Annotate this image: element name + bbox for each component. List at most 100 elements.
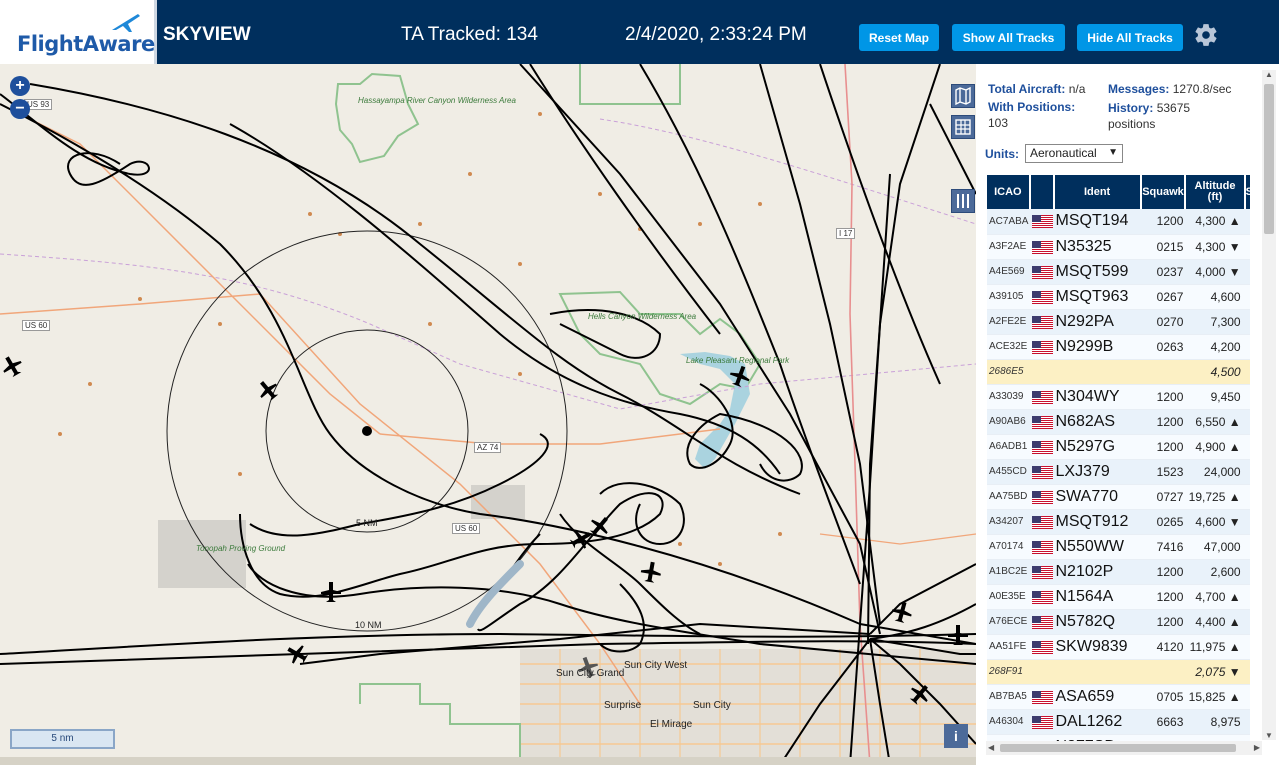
aircraft-row[interactable]: A46304 DAL1262 6663 8,975 xyxy=(987,709,1250,735)
col-icao[interactable]: ICAO xyxy=(987,175,1031,209)
row-icao: 268F91 xyxy=(987,659,1030,685)
row-squawk: 1523 xyxy=(1140,459,1186,485)
row-icao: AB7BA5 xyxy=(987,684,1030,710)
aircraft-row[interactable]: A70174 N550WW 7416 47,000 xyxy=(987,534,1250,560)
urban-area xyxy=(158,520,246,588)
row-squawk xyxy=(1140,359,1186,385)
label-surprise: Surprise xyxy=(604,700,642,711)
aircraft-row[interactable]: A39105 MSQT963 0267 4,600 xyxy=(987,284,1250,310)
aircraft-row[interactable]: A6ADB1 N5297G 1200 4,900 ▲ xyxy=(987,434,1250,460)
row-squawk: 1200 xyxy=(1140,559,1186,585)
row-altitude: 8,975 xyxy=(1185,709,1245,735)
col-speed[interactable]: S xyxy=(1244,175,1250,209)
aircraft-row[interactable]: 268F91 2,075 ▼ xyxy=(987,659,1250,685)
grid-icon xyxy=(955,119,971,135)
label-sun-city: Sun City xyxy=(693,700,731,711)
row-ident xyxy=(1053,359,1141,385)
row-altitude: 4,300 ▲ xyxy=(1185,209,1245,235)
row-squawk: 1200 xyxy=(1140,384,1186,410)
row-speed xyxy=(1244,459,1250,485)
zoom-out-button[interactable]: − xyxy=(10,99,30,119)
row-speed xyxy=(1244,409,1250,435)
flag-us-icon xyxy=(1029,459,1054,485)
hide-all-tracks-button[interactable]: Hide All Tracks xyxy=(1077,24,1183,51)
row-ident xyxy=(1053,659,1141,685)
aircraft-row[interactable]: A2FE2E N292PA 0270 7,300 xyxy=(987,309,1250,335)
row-altitude: 7,300 xyxy=(1185,309,1245,335)
col-ident[interactable]: Ident xyxy=(1053,175,1142,209)
panel-scrollbar-horizontal[interactable]: ◀ ▶ xyxy=(986,741,1262,755)
label-lake-pleasant: Lake Pleasant Regional Park xyxy=(686,356,790,365)
label-us60-a: US 60 xyxy=(22,320,51,331)
aircraft-row[interactable]: A90AB6 N682AS 1200 6,550 ▲ xyxy=(987,409,1250,435)
aircraft-row[interactable]: A34207 MSQT912 0265 4,600 ▼ xyxy=(987,509,1250,535)
row-squawk: 6663 xyxy=(1140,709,1186,735)
row-icao: A34207 xyxy=(987,509,1030,535)
gear-icon[interactable] xyxy=(1193,22,1219,48)
flag-us-icon xyxy=(1029,384,1054,410)
aircraft-row[interactable]: AA51FE SKW9839 4120 11,975 ▲ xyxy=(987,634,1250,660)
units-select[interactable]: Aeronautical ▼ xyxy=(1025,144,1123,163)
row-speed xyxy=(1244,709,1250,735)
col-flag[interactable] xyxy=(1029,175,1055,209)
flag-us-icon xyxy=(1029,534,1054,560)
row-squawk: 1200 xyxy=(1140,584,1186,610)
row-speed xyxy=(1244,559,1250,585)
flag-us-icon xyxy=(1029,334,1054,360)
grid-toggle-button[interactable] xyxy=(951,115,975,139)
panel-scrollbar-vertical[interactable]: ▲ ▼ xyxy=(1262,70,1276,740)
aircraft-row[interactable]: A455CD LXJ379 1523 24,000 xyxy=(987,459,1250,485)
aircraft-row[interactable]: AB7BA5 ASA659 0705 15,825 ▲ xyxy=(987,684,1250,710)
label-us60-b: US 60 xyxy=(452,523,481,534)
columns-toggle-button[interactable] xyxy=(951,189,975,213)
aircraft-row[interactable]: A4E569 MSQT599 0237 4,000 ▼ xyxy=(987,259,1250,285)
aircraft-row[interactable]: AC11FB N877SD26275,975 xyxy=(987,734,1250,741)
aircraft-row[interactable]: A3F2AE N35325 0215 4,300 ▼ xyxy=(987,234,1250,260)
row-ident: MSQT963 xyxy=(1053,284,1141,310)
col-squawk[interactable]: Squawk xyxy=(1140,175,1187,209)
ring-label-5nm: 5 NM xyxy=(356,518,378,528)
row-speed xyxy=(1244,584,1250,610)
aircraft-row[interactable]: ACE32E N9299B 0263 4,200 xyxy=(987,334,1250,360)
reset-map-button[interactable]: Reset Map xyxy=(859,24,939,51)
row-speed xyxy=(1244,234,1250,260)
tracked-count: TA Tracked: 134 xyxy=(401,24,538,45)
row-altitude: 6,550 ▲ xyxy=(1185,409,1245,435)
row-speed xyxy=(1244,534,1250,560)
aircraft-row[interactable]: AA75BD SWA770 0727 19,725 ▲ xyxy=(987,484,1250,510)
row-squawk: 7416 xyxy=(1140,534,1186,560)
aircraft-row[interactable]: A1BC2E N2102P 1200 2,600 xyxy=(987,559,1250,585)
units-label: Units: xyxy=(985,147,1019,161)
aircraft-row[interactable]: A0E35E N1564A 1200 4,700 ▲ xyxy=(987,584,1250,610)
row-altitude: 4,700 ▲ xyxy=(1185,584,1245,610)
col-altitude[interactable]: Altitude (ft) xyxy=(1185,175,1246,209)
scroll-thumb[interactable] xyxy=(1000,744,1236,752)
flag-us-icon xyxy=(1029,659,1054,685)
zoom-in-button[interactable]: + xyxy=(10,76,30,96)
row-icao: AA75BD xyxy=(987,484,1030,510)
map-layers-button[interactable] xyxy=(951,84,975,108)
info-button[interactable]: i xyxy=(944,724,968,748)
aircraft-row[interactable]: A76ECE N5782Q 1200 4,400 ▲ xyxy=(987,609,1250,635)
row-ident: MSQT912 xyxy=(1053,509,1141,535)
show-all-tracks-button[interactable]: Show All Tracks xyxy=(952,24,1065,51)
map-view[interactable]: Hassayampa River Canyon Wilderness Area … xyxy=(0,64,976,765)
scale-bar: 5 nm xyxy=(10,729,115,749)
flag-us-icon xyxy=(1029,559,1054,585)
aircraft-row[interactable]: A33039 N304WY 1200 9,450 xyxy=(987,384,1250,410)
label-sun-city-grand: Sun City Grand xyxy=(556,668,625,679)
row-ident: N5297G xyxy=(1053,434,1141,460)
aircraft-row[interactable]: 2686E5 4,500 xyxy=(987,359,1250,385)
aircraft-row[interactable]: AC7ABA MSQT194 1200 4,300 ▲ xyxy=(987,209,1250,235)
aircraft-table-wrap[interactable]: ICAO Ident Squawk Altitude (ft) S AC7ABA… xyxy=(987,175,1250,741)
row-icao: A70174 xyxy=(987,534,1030,560)
with-positions-label: With Positions: xyxy=(988,100,1076,114)
row-squawk: 0270 xyxy=(1140,309,1186,335)
scroll-thumb[interactable] xyxy=(1264,84,1274,234)
row-altitude: 24,000 xyxy=(1185,459,1245,485)
flightaware-logo[interactable]: FlightAware xyxy=(0,0,157,64)
flag-us-icon xyxy=(1029,234,1054,260)
row-altitude: 19,725 ▲ xyxy=(1185,484,1245,510)
row-altitude: 2,600 xyxy=(1185,559,1245,585)
row-speed xyxy=(1244,734,1250,741)
